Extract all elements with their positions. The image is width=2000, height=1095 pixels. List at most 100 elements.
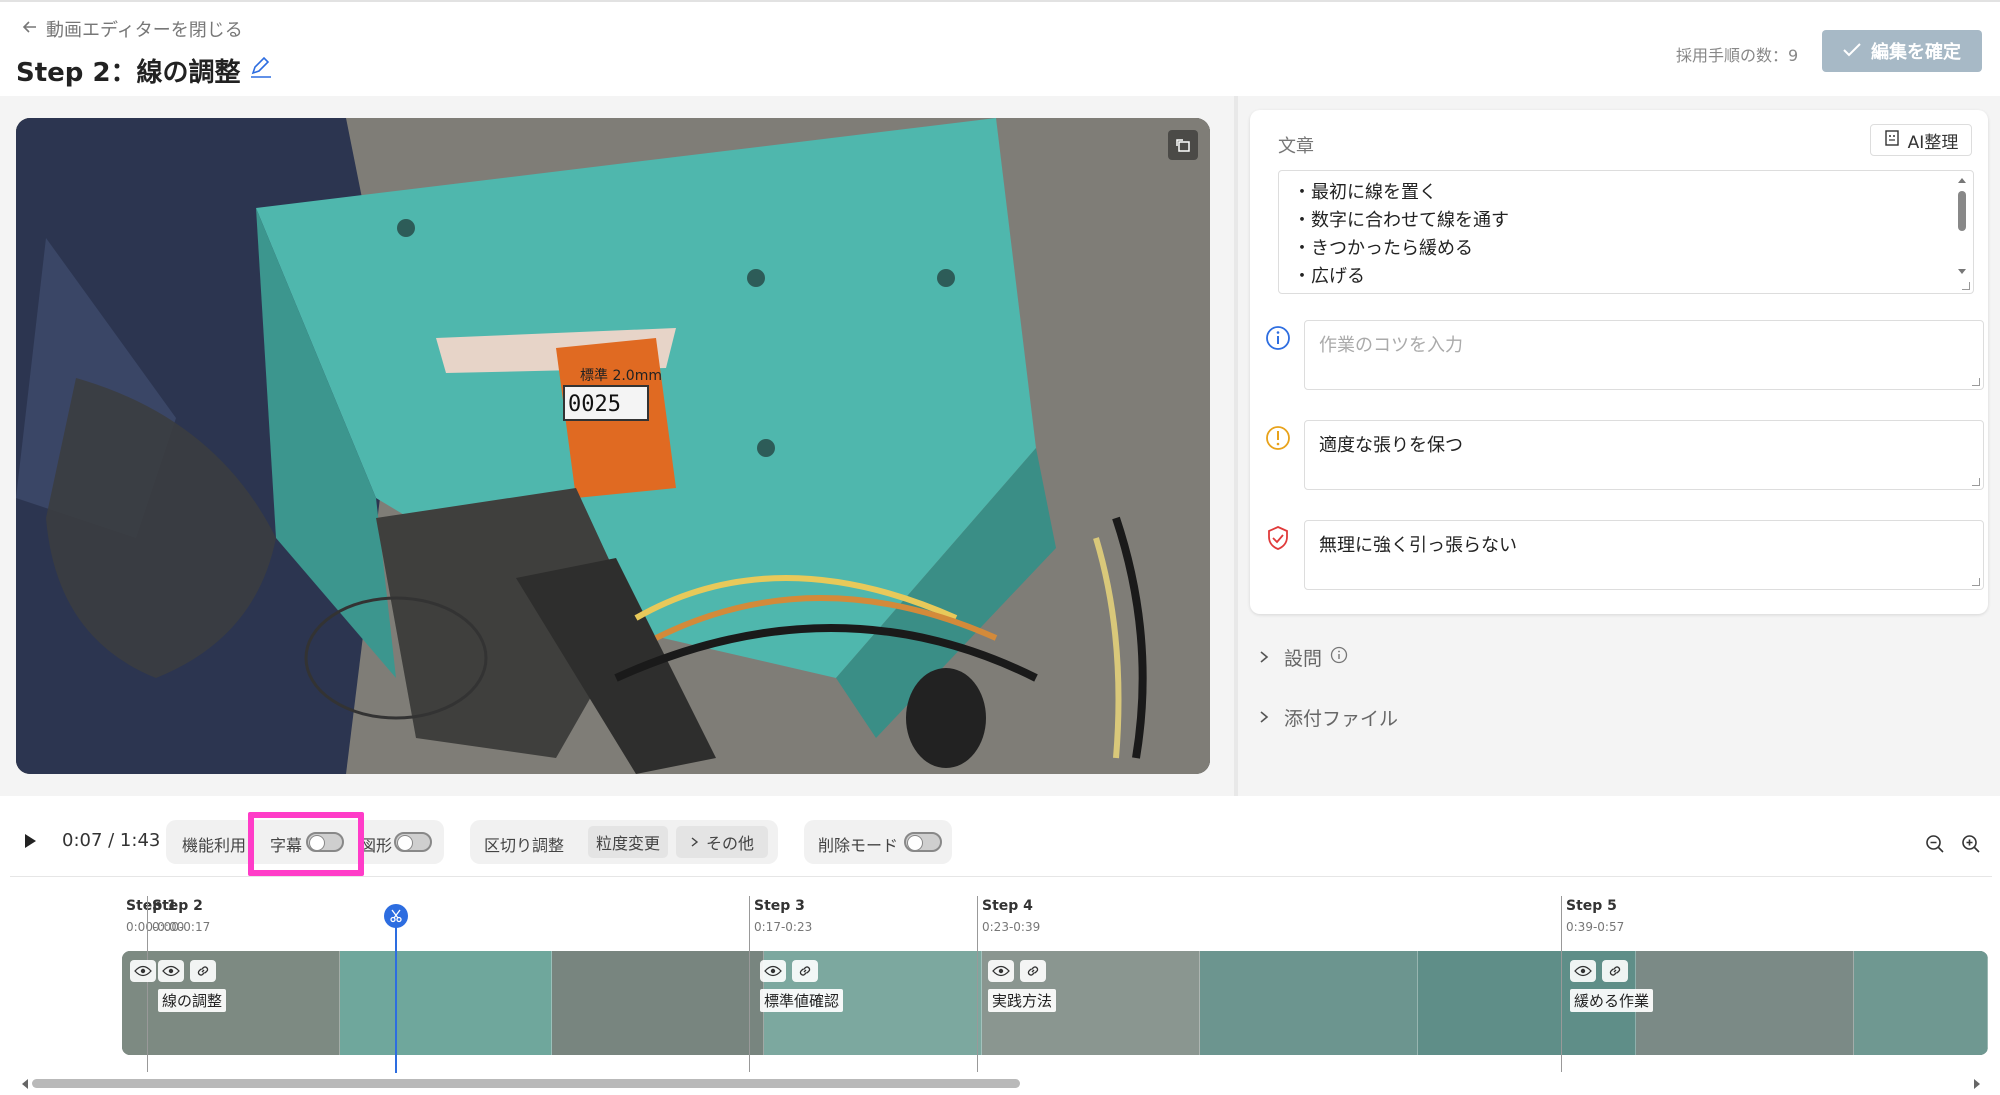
step-3-label: Step 3	[754, 898, 805, 914]
step-2-tag: 線の調整	[158, 989, 227, 1012]
step-text-area[interactable]: ・最初に線を置く ・数字に合わせて線を通す ・きつかったら緩める ・広げる	[1278, 170, 1974, 294]
granularity-label: 粒度変更	[595, 834, 660, 853]
caution-row: 適度な張りを保つ	[1264, 420, 1984, 490]
confirm-edit-button[interactable]: 編集を確定	[1822, 30, 1982, 72]
step-5-range: 0:39-0:57	[1566, 920, 1625, 934]
filmstrip-frame	[552, 951, 764, 1055]
info-icon	[1264, 324, 1292, 352]
ai-organize-button[interactable]: AI整理	[1870, 124, 1972, 156]
counter-readout: 0025	[568, 392, 621, 417]
eye-icon[interactable]	[760, 960, 786, 982]
safety-input[interactable]: 無理に強く引っ張らない	[1304, 520, 1984, 590]
adopted-steps-count: 採用手順の数：9	[1676, 46, 1799, 65]
step-5-tag: 緩める作業	[1570, 989, 1654, 1012]
step-4-range: 0:23-0:39	[982, 920, 1041, 934]
check-icon	[1843, 41, 1861, 62]
time-display: 0:07 / 1:43	[62, 830, 161, 851]
arrow-left-icon	[22, 19, 38, 40]
video-frame-image: 0025 標準 2.0mm	[16, 118, 1210, 774]
step-1-badge	[130, 960, 156, 982]
other-label: その他	[705, 834, 754, 853]
tip-row: 作業のコツを入力	[1264, 320, 1984, 390]
feature-label: 機能利用	[182, 836, 247, 855]
safety-text: 無理に強く引っ張らない	[1319, 535, 1517, 556]
delete-mode-toggle[interactable]	[904, 832, 942, 852]
tip-input[interactable]: 作業のコツを入力	[1304, 320, 1984, 390]
step-boundary[interactable]	[749, 896, 750, 1072]
attachments-label: 添付ファイル	[1284, 708, 1399, 730]
confirm-edit-label: 編集を確定	[1871, 42, 1961, 63]
resize-handle[interactable]	[1962, 282, 1970, 290]
step-2-badge	[158, 960, 216, 982]
step-5-badge	[1570, 960, 1628, 982]
resize-handle[interactable]	[1972, 478, 1980, 486]
zoom-in-icon[interactable]	[1961, 834, 1981, 854]
attachments-section-toggle[interactable]: 添付ファイル	[1258, 704, 1398, 731]
play-icon[interactable]	[22, 832, 38, 850]
filmstrip-frame	[1200, 951, 1418, 1055]
step-4-tag: 実践方法	[988, 989, 1057, 1012]
timeline-scroll-thumb[interactable]	[32, 1079, 1020, 1088]
step-boundary[interactable]	[147, 896, 148, 1072]
chevron-right-icon	[1258, 707, 1270, 729]
text-scrollbar[interactable]	[1955, 175, 1969, 285]
filmstrip-frame	[1854, 951, 1988, 1055]
step-2-label: Step 2	[152, 898, 203, 914]
close-editor-label: 動画エディターを閉じる	[46, 20, 243, 41]
text-line: ・広げる	[1293, 266, 1365, 287]
video-area: 0025 標準 2.0mm	[0, 96, 1234, 796]
caution-text: 適度な張りを保つ	[1319, 435, 1463, 456]
split-adjust-button[interactable]: 区切り調整	[484, 832, 564, 856]
shield-check-icon	[1264, 524, 1292, 552]
questions-section-toggle[interactable]: 設問	[1258, 644, 1348, 671]
step-boundary[interactable]	[1561, 896, 1562, 1072]
resize-handle[interactable]	[1972, 578, 1980, 586]
info-icon	[1330, 646, 1348, 669]
standard-label: 標準 2.0mm	[580, 368, 662, 384]
step-2-range: 0:00-0:17	[152, 920, 211, 934]
filmstrip-frame	[1636, 951, 1854, 1055]
link-icon[interactable]	[792, 960, 818, 982]
step-detail-panel: 文章 AI整理 ・最初に線を置く ・数字に合わせて線を通す ・きつかったら緩める…	[1238, 96, 2000, 796]
safety-row: 無理に強く引っ張らない	[1264, 520, 1984, 590]
warning-icon	[1264, 424, 1292, 452]
caution-input[interactable]: 適度な張りを保つ	[1304, 420, 1984, 490]
top-bar: 動画エディターを閉じる Step 2：線の調整 採用手順の数：9 編集を確定	[0, 0, 2000, 96]
text-line: ・きつかったら緩める	[1293, 238, 1473, 259]
link-icon[interactable]	[1602, 960, 1628, 982]
resize-handle[interactable]	[1972, 378, 1980, 386]
step-title-text: Step 2：線の調整	[16, 58, 241, 88]
ai-organize-label: AI整理	[1907, 132, 1959, 153]
text-line: ・最初に線を置く	[1293, 182, 1437, 203]
link-icon[interactable]	[190, 960, 216, 982]
eye-icon[interactable]	[130, 960, 156, 982]
granularity-button[interactable]: 粒度変更	[588, 826, 668, 858]
delete-mode-group: 削除モード	[804, 820, 952, 864]
delete-mode-label: 削除モード	[818, 836, 899, 855]
subtitle-highlight-box	[248, 812, 364, 876]
filmstrip-frame	[340, 951, 552, 1055]
shape-label: 図形	[360, 836, 393, 855]
shape-toggle[interactable]	[394, 832, 432, 852]
timeline-divider	[10, 876, 1992, 877]
split-tools-group: 区切り調整 粒度変更 その他	[470, 820, 778, 864]
questions-label: 設問	[1284, 648, 1323, 670]
step-3-badge	[760, 960, 818, 982]
zoom-out-icon[interactable]	[1925, 834, 1945, 854]
other-menu-button[interactable]: その他	[676, 826, 768, 858]
edit-pencil-icon[interactable]	[249, 55, 273, 86]
chevron-right-icon	[1258, 647, 1270, 669]
playhead-line[interactable]	[395, 905, 397, 1073]
rotate-video-icon[interactable]	[1168, 130, 1198, 160]
eye-icon[interactable]	[158, 960, 184, 982]
text-line: ・数字に合わせて線を通す	[1293, 210, 1509, 231]
eye-icon[interactable]	[988, 960, 1014, 982]
step-boundary[interactable]	[977, 896, 978, 1072]
video-player[interactable]: 0025 標準 2.0mm	[16, 118, 1210, 774]
step-4-label: Step 4	[982, 898, 1033, 914]
eye-icon[interactable]	[1570, 960, 1596, 982]
link-icon[interactable]	[1020, 960, 1046, 982]
scissors-icon[interactable]	[384, 904, 408, 928]
step-3-tag: 標準値確認	[760, 989, 844, 1012]
close-editor-link[interactable]: 動画エディターを閉じる	[22, 16, 243, 42]
